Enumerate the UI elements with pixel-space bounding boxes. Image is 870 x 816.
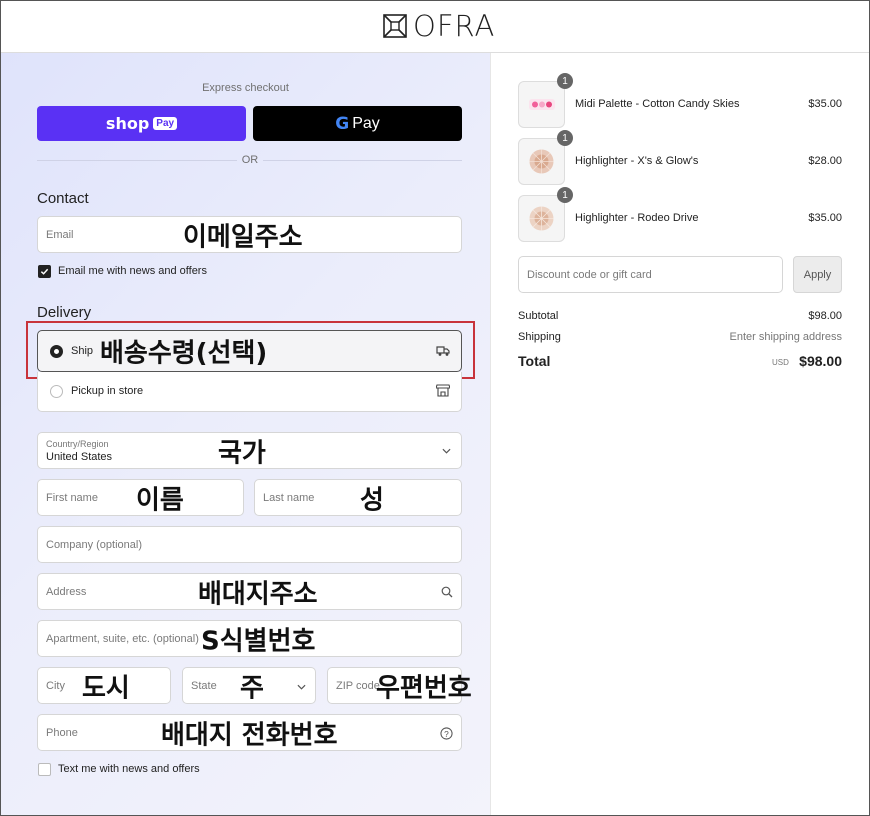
- shop-pay-tag: Pay: [153, 117, 178, 130]
- cart-item: 1 Highlighter - Rodeo Drive $35.00: [518, 187, 843, 245]
- contact-heading: Contact: [37, 190, 89, 207]
- company-field[interactable]: Company (optional): [37, 526, 462, 563]
- city-field[interactable]: City 도시: [37, 667, 171, 704]
- or-divider-label: OR: [241, 154, 259, 166]
- store-icon: [436, 384, 450, 397]
- chevron-down-icon: [442, 448, 451, 454]
- quantity-badge: 1: [557, 187, 573, 203]
- subtotal-value: $98.00: [808, 310, 842, 322]
- last-name-field[interactable]: Last name 성: [254, 479, 462, 516]
- shop-pay-button[interactable]: shop Pay: [37, 106, 246, 141]
- google-pay-label: Pay: [352, 114, 380, 132]
- phone-field[interactable]: Phone 배대지 전화번호 ?: [37, 714, 462, 751]
- quantity-badge: 1: [557, 73, 573, 89]
- header: OFRA: [1, 1, 869, 53]
- google-g-icon: G: [335, 113, 350, 134]
- help-icon[interactable]: ?: [440, 727, 453, 740]
- apartment-placeholder: Apartment, suite, etc. (optional): [46, 632, 199, 645]
- checkmark-icon: [40, 268, 49, 275]
- express-checkout-title: Express checkout: [202, 82, 289, 94]
- svg-text:?: ?: [444, 729, 449, 739]
- text-news-label: Text me with news and offers: [58, 763, 200, 775]
- state-annotation: 주: [240, 673, 264, 703]
- palette-image: [529, 99, 555, 110]
- total-label: Total: [518, 353, 551, 369]
- divider-left: [37, 160, 237, 161]
- google-pay-button[interactable]: G Pay: [253, 106, 462, 141]
- country-annotation: 국가: [218, 438, 266, 468]
- country-select[interactable]: Country/Region United States 국가: [37, 432, 462, 469]
- product-thumbnail: 1: [518, 187, 573, 242]
- delivery-heading: Delivery: [37, 304, 92, 321]
- country-label: Country/Region: [46, 439, 109, 449]
- apartment-annotation: S식별번호: [201, 626, 316, 656]
- ofra-logo-icon: [383, 14, 407, 38]
- cart-item: 1 Midi Palette - Cotton Candy Skies $35.…: [518, 73, 843, 131]
- product-thumbnail: 1: [518, 73, 573, 128]
- email-placeholder: Email: [46, 228, 74, 241]
- ship-option[interactable]: Ship 배송수령(선택): [37, 330, 462, 372]
- pickup-label: Pickup in store: [71, 385, 144, 397]
- address-placeholder: Address: [46, 585, 87, 598]
- zip-field[interactable]: ZIP code 우편번호: [327, 667, 472, 704]
- product-price: $35.00: [808, 98, 842, 110]
- order-summary-panel: 1 Midi Palette - Cotton Candy Skies $35.…: [490, 53, 869, 815]
- city-placeholder: City: [46, 679, 65, 692]
- last-name-annotation: 성: [360, 485, 384, 515]
- apply-button[interactable]: Apply: [793, 256, 842, 293]
- cart-item: 1 Highlighter - X's & Glow's $28.00: [518, 130, 843, 188]
- state-select[interactable]: State 주: [182, 667, 316, 704]
- product-name: Midi Palette - Cotton Candy Skies: [575, 98, 740, 110]
- text-news-checkbox[interactable]: [38, 763, 51, 776]
- product-name: Highlighter - X's & Glow's: [575, 155, 699, 167]
- first-name-placeholder: First name: [46, 491, 98, 504]
- total-value: $98.00: [799, 353, 842, 369]
- brand-name: OFRA: [413, 9, 496, 43]
- pickup-radio[interactable]: [50, 385, 63, 398]
- last-name-placeholder: Last name: [263, 491, 315, 504]
- company-placeholder: Company (optional): [46, 538, 142, 551]
- zip-placeholder: ZIP code: [336, 679, 380, 692]
- address-annotation: 배대지주소: [198, 579, 318, 609]
- zip-annotation: 우편번호: [376, 673, 472, 703]
- phone-placeholder: Phone: [46, 726, 78, 739]
- quantity-badge: 1: [557, 130, 573, 146]
- subtotal-label: Subtotal: [518, 310, 559, 322]
- product-name: Highlighter - Rodeo Drive: [575, 212, 699, 224]
- first-name-field[interactable]: First name 이름: [37, 479, 244, 516]
- checkout-form-panel: Express checkout shop Pay G Pay OR Conta…: [1, 53, 490, 815]
- highlighter-image: [529, 149, 554, 174]
- discount-code-field[interactable]: Discount code or gift card: [518, 256, 783, 293]
- product-price: $28.00: [808, 155, 842, 167]
- state-placeholder: State: [191, 679, 217, 692]
- discount-placeholder: Discount code or gift card: [527, 268, 652, 281]
- phone-annotation: 배대지 전화번호: [161, 720, 338, 750]
- city-annotation: 도시: [82, 673, 130, 703]
- address-field[interactable]: Address 배대지주소: [37, 573, 462, 610]
- product-price: $35.00: [808, 212, 842, 224]
- chevron-down-icon: [297, 684, 306, 690]
- ship-radio[interactable]: [50, 345, 63, 358]
- product-thumbnail: 1: [518, 130, 573, 185]
- search-icon[interactable]: [441, 586, 453, 598]
- apartment-field[interactable]: Apartment, suite, etc. (optional) S식별번호: [37, 620, 462, 657]
- ship-annotation: 배송수령(선택): [100, 338, 268, 369]
- email-news-checkbox[interactable]: [38, 265, 51, 278]
- truck-icon: [436, 346, 450, 356]
- email-news-label: Email me with news and offers: [58, 265, 207, 277]
- shipping-value: Enter shipping address: [729, 331, 842, 343]
- pickup-option[interactable]: Pickup in store: [37, 372, 462, 412]
- shipping-label: Shipping: [518, 331, 561, 343]
- highlighter-image: [529, 206, 554, 231]
- email-field[interactable]: Email 이메일주소: [37, 216, 462, 253]
- shop-pay-label: shop: [105, 114, 150, 133]
- divider-right: [263, 160, 462, 161]
- country-value: United States: [46, 451, 113, 463]
- ship-label: Ship: [71, 345, 94, 357]
- email-annotation: 이메일주소: [183, 222, 303, 252]
- first-name-annotation: 이름: [136, 485, 184, 515]
- brand-logo[interactable]: OFRA: [383, 9, 496, 43]
